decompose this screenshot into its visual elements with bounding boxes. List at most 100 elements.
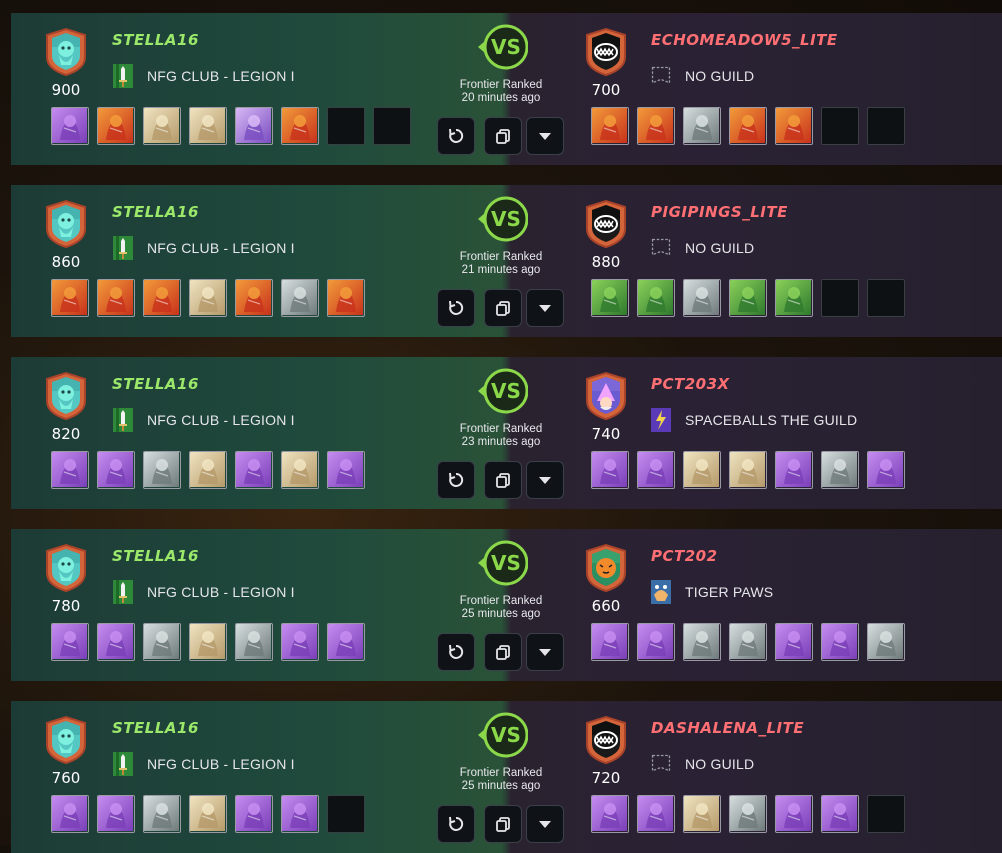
- opponent-guild[interactable]: NO GUILD: [650, 235, 754, 261]
- monster-card[interactable]: [867, 451, 905, 489]
- player-name[interactable]: STELLA16: [112, 719, 199, 737]
- opponent-guild[interactable]: TIGER PAWS: [650, 579, 773, 605]
- monster-card[interactable]: [775, 107, 813, 145]
- monster-card[interactable]: [281, 279, 319, 317]
- monster-card[interactable]: [729, 795, 767, 833]
- monster-card[interactable]: [189, 623, 227, 661]
- opponent-guild[interactable]: SPACEBALLS THE GUILD: [650, 407, 857, 433]
- monster-card[interactable]: [683, 279, 721, 317]
- expand-button[interactable]: [526, 117, 564, 155]
- monster-card[interactable]: [143, 451, 181, 489]
- monster-card[interactable]: [683, 451, 721, 489]
- monster-card[interactable]: [51, 279, 89, 317]
- monster-card[interactable]: [281, 623, 319, 661]
- monster-card[interactable]: [143, 623, 181, 661]
- opponent-guild[interactable]: NO GUILD: [650, 63, 754, 89]
- opponent-name[interactable]: DASHALENA_LITE: [651, 719, 804, 737]
- player-avatar[interactable]: [41, 199, 91, 249]
- monster-card[interactable]: [591, 795, 629, 833]
- player-guild[interactable]: NFG CLUB - LEGION I: [112, 235, 295, 261]
- monster-card[interactable]: [327, 623, 365, 661]
- monster-card[interactable]: [821, 795, 859, 833]
- monster-card[interactable]: [143, 279, 181, 317]
- monster-card[interactable]: [235, 451, 273, 489]
- monster-card[interactable]: [327, 451, 365, 489]
- replay-button[interactable]: [437, 805, 475, 843]
- monster-card[interactable]: [683, 623, 721, 661]
- monster-card[interactable]: [97, 795, 135, 833]
- monster-card[interactable]: [591, 279, 629, 317]
- replay-button[interactable]: [437, 461, 475, 499]
- player-name[interactable]: STELLA16: [112, 203, 199, 221]
- monster-card[interactable]: [143, 795, 181, 833]
- player-avatar[interactable]: [41, 715, 91, 765]
- monster-card[interactable]: [235, 279, 273, 317]
- monster-card[interactable]: [51, 795, 89, 833]
- monster-card[interactable]: [729, 623, 767, 661]
- monster-card[interactable]: [327, 279, 365, 317]
- monster-card[interactable]: [97, 279, 135, 317]
- monster-card[interactable]: [775, 623, 813, 661]
- monster-card[interactable]: [97, 451, 135, 489]
- monster-card[interactable]: [281, 107, 319, 145]
- expand-button[interactable]: [526, 633, 564, 671]
- replay-button[interactable]: [437, 633, 475, 671]
- player-name[interactable]: STELLA16: [112, 547, 199, 565]
- monster-card[interactable]: [591, 623, 629, 661]
- opponent-name[interactable]: PCT202: [651, 547, 718, 565]
- monster-card[interactable]: [683, 795, 721, 833]
- monster-card[interactable]: [775, 451, 813, 489]
- monster-card[interactable]: [97, 107, 135, 145]
- monster-card[interactable]: [189, 107, 227, 145]
- monster-card[interactable]: [591, 451, 629, 489]
- battle-row[interactable]: 780 STELLA16 NFG CLUB - LEGION I VS Fron…: [11, 529, 1002, 681]
- copy-button[interactable]: [484, 633, 522, 671]
- monster-card[interactable]: [51, 623, 89, 661]
- opponent-name[interactable]: ECHOMEADOW5_LITE: [651, 31, 838, 49]
- expand-button[interactable]: [526, 289, 564, 327]
- player-name[interactable]: STELLA16: [112, 375, 199, 393]
- monster-card[interactable]: [821, 451, 859, 489]
- opponent-avatar[interactable]: [581, 543, 631, 593]
- monster-card[interactable]: [821, 623, 859, 661]
- monster-card[interactable]: [281, 795, 319, 833]
- copy-button[interactable]: [484, 117, 522, 155]
- monster-card[interactable]: [729, 107, 767, 145]
- monster-card[interactable]: [775, 279, 813, 317]
- monster-card[interactable]: [637, 279, 675, 317]
- battle-row[interactable]: 900 STELLA16 NFG CLUB - LEGION I VS Fron…: [11, 13, 1002, 165]
- player-avatar[interactable]: [41, 27, 91, 77]
- battle-row[interactable]: 860 STELLA16 NFG CLUB - LEGION I VS Fron…: [11, 185, 1002, 337]
- expand-button[interactable]: [526, 805, 564, 843]
- opponent-guild[interactable]: NO GUILD: [650, 751, 754, 777]
- monster-card[interactable]: [143, 107, 181, 145]
- monster-card[interactable]: [637, 107, 675, 145]
- monster-card[interactable]: [591, 107, 629, 145]
- opponent-avatar[interactable]: [581, 27, 631, 77]
- copy-button[interactable]: [484, 805, 522, 843]
- monster-card[interactable]: [51, 107, 89, 145]
- player-name[interactable]: STELLA16: [112, 31, 199, 49]
- battle-row[interactable]: 820 STELLA16 NFG CLUB - LEGION I VS Fron…: [11, 357, 1002, 509]
- monster-card[interactable]: [97, 623, 135, 661]
- opponent-avatar[interactable]: [581, 371, 631, 421]
- opponent-name[interactable]: PCT203X: [651, 375, 730, 393]
- monster-card[interactable]: [775, 795, 813, 833]
- copy-button[interactable]: [484, 289, 522, 327]
- expand-button[interactable]: [526, 461, 564, 499]
- opponent-name[interactable]: PIGIPINGS_LITE: [651, 203, 788, 221]
- player-avatar[interactable]: [41, 371, 91, 421]
- monster-card[interactable]: [637, 623, 675, 661]
- opponent-avatar[interactable]: [581, 715, 631, 765]
- battle-row[interactable]: 760 STELLA16 NFG CLUB - LEGION I VS Fron…: [11, 701, 1002, 853]
- player-guild[interactable]: NFG CLUB - LEGION I: [112, 407, 295, 433]
- monster-card[interactable]: [235, 795, 273, 833]
- monster-card[interactable]: [235, 107, 273, 145]
- monster-card[interactable]: [281, 451, 319, 489]
- replay-button[interactable]: [437, 117, 475, 155]
- monster-card[interactable]: [189, 279, 227, 317]
- player-avatar[interactable]: [41, 543, 91, 593]
- monster-card[interactable]: [189, 451, 227, 489]
- monster-card[interactable]: [637, 451, 675, 489]
- monster-card[interactable]: [189, 795, 227, 833]
